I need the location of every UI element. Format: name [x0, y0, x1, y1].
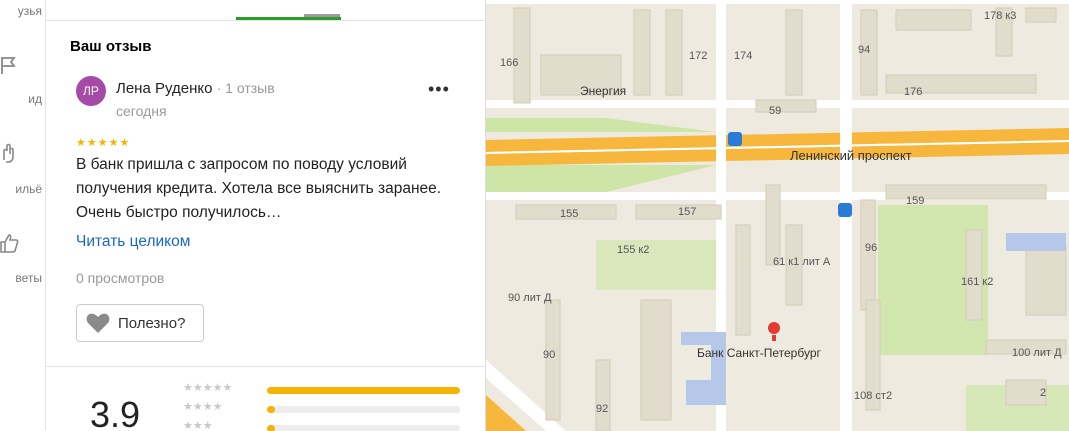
review-author: Лена Руденко · 1 отзыв — [116, 80, 275, 97]
tab-divider — [46, 20, 485, 21]
read-more-link[interactable]: Читать целиком — [76, 233, 190, 251]
map-label-bank[interactable]: Банк Санкт-Петербург — [697, 346, 821, 360]
views-count: 0 просмотров — [76, 270, 165, 286]
map-label-building: 2 — [1040, 387, 1047, 399]
heart-icon — [86, 313, 110, 333]
rail-item-advice[interactable]: веты — [0, 271, 46, 285]
map-label-building: 108 ст2 — [854, 390, 893, 402]
distribution-bar-fill — [267, 387, 460, 394]
map-label-building: 61 к1 лит А — [773, 256, 831, 268]
distribution-bar-fill — [267, 425, 275, 431]
map-label-building: 157 — [678, 206, 697, 218]
author-name[interactable]: Лена Руденко — [116, 80, 212, 97]
row-stars: ★★★★ — [183, 401, 223, 413]
bus-stop-icon[interactable] — [838, 203, 852, 217]
map-label-building: 100 лит Д — [1012, 347, 1062, 359]
map-label-building: 155 — [560, 208, 579, 220]
review-text: В банк пришла с запросом по поводу услов… — [76, 156, 442, 221]
map-label-building: 172 — [689, 50, 708, 62]
rail-item-housing[interactable]: ильё — [0, 182, 46, 196]
rail-item-label: узья — [17, 4, 42, 18]
map-label-building: 92 — [596, 403, 609, 415]
rail-item-label: веты — [15, 271, 42, 285]
useful-label: Полезно? — [118, 314, 186, 332]
map-label-building: 178 к3 — [984, 10, 1017, 22]
map-label-building: 174 — [734, 50, 753, 62]
map-label-street: Ленинский проспект — [790, 148, 912, 163]
rail-item-label: ид — [28, 92, 42, 106]
map-label-building: 94 — [858, 44, 871, 56]
distribution-bar — [267, 406, 460, 413]
review-stars: ★★★★★ — [76, 137, 131, 149]
map-label-building: 176 — [904, 86, 923, 98]
map-label-poi[interactable]: Энергия — [580, 84, 626, 98]
distribution-bar — [267, 425, 460, 431]
average-rating: 3.9 — [90, 394, 141, 431]
app-root: узья ид ильё веты Ваш отзыв ЛР Лена Руде… — [0, 0, 1069, 431]
section-divider — [46, 366, 485, 367]
thumbs-up-icon[interactable] — [0, 232, 20, 254]
map-label-building: 155 к2 — [617, 244, 650, 256]
section-title: Ваш отзыв — [70, 38, 152, 55]
tab-reviews-active-indicator[interactable] — [236, 17, 341, 20]
bank-marker-icon[interactable] — [768, 322, 780, 334]
map[interactable]: 166 172 174 94 178 к3 Энергия 176 59 Лен… — [486, 0, 1069, 431]
bus-stop-icon[interactable] — [728, 132, 742, 146]
left-rail: узья ид ильё веты — [0, 0, 46, 431]
rail-item-friends[interactable]: узья — [0, 4, 46, 18]
author-review-count: · 1 отзыв — [216, 80, 275, 96]
avatar[interactable]: ЛР — [76, 76, 106, 106]
distribution-bar-fill — [267, 406, 275, 413]
rail-item-view[interactable]: ид — [0, 92, 46, 106]
map-label-building: 59 — [769, 105, 782, 117]
rail-item-label: ильё — [15, 182, 42, 196]
map-label-building: 90 лит Д — [508, 292, 552, 304]
map-label-building: 96 — [865, 242, 878, 254]
review-date: сегодня — [116, 103, 167, 119]
map-label-building: 90 — [543, 349, 556, 361]
flag-icon[interactable] — [0, 54, 20, 76]
map-label-building: 166 — [500, 57, 519, 69]
hand-icon[interactable] — [0, 142, 20, 164]
map-label-building: 159 — [906, 195, 925, 207]
useful-button[interactable]: Полезно? — [76, 304, 204, 342]
row-stars: ★★★ — [183, 420, 213, 431]
row-stars: ★★★★★ — [183, 382, 233, 394]
map-label-building: 161 к2 — [961, 276, 994, 288]
more-options-button[interactable]: ••• — [428, 80, 450, 98]
reviews-panel: Ваш отзыв ЛР Лена Руденко · 1 отзыв сего… — [46, 0, 486, 431]
distribution-bar — [267, 387, 460, 394]
